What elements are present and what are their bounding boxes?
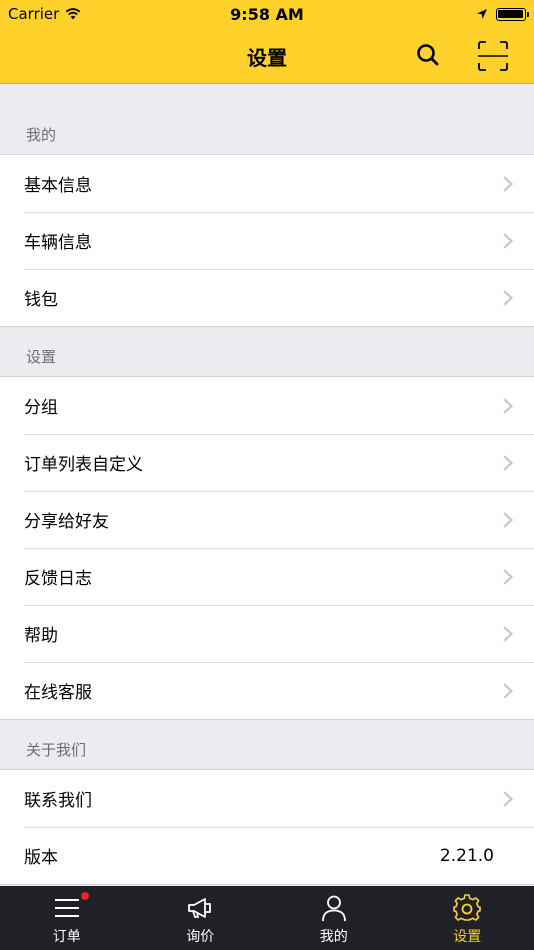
carrier-label: Carrier bbox=[8, 5, 60, 23]
scan-icon[interactable] bbox=[476, 39, 510, 73]
row-basic-info[interactable]: 基本信息 bbox=[0, 155, 534, 212]
chevron-right-icon bbox=[503, 511, 514, 528]
tab-inquiry[interactable]: 询价 bbox=[134, 886, 268, 950]
chevron-right-icon bbox=[503, 232, 514, 249]
search-icon[interactable] bbox=[413, 40, 443, 70]
tab-settings[interactable]: 设置 bbox=[401, 886, 534, 950]
row-version: 版本 2.21.0 bbox=[0, 827, 534, 884]
row-wallet[interactable]: 钱包 bbox=[0, 269, 534, 326]
megaphone-icon bbox=[188, 898, 212, 918]
section-header-mine: 我的 bbox=[0, 84, 534, 154]
tab-label: 询价 bbox=[186, 929, 215, 945]
version-value: 2.21.0 bbox=[439, 845, 494, 866]
notification-badge bbox=[81, 892, 89, 900]
chevron-right-icon bbox=[503, 790, 514, 807]
battery-icon bbox=[495, 7, 529, 21]
row-contact-us[interactable]: 联系我们 bbox=[0, 770, 534, 827]
chevron-right-icon bbox=[503, 682, 514, 699]
clock: 9:58 AM bbox=[230, 4, 304, 24]
row-order-list-custom[interactable]: 订单列表自定义 bbox=[0, 434, 534, 491]
tab-label: 订单 bbox=[52, 929, 81, 945]
status-bar: Carrier 9:58 AM bbox=[0, 0, 534, 28]
row-label: 车辆信息 bbox=[24, 233, 92, 253]
row-label: 钱包 bbox=[24, 290, 58, 310]
person-icon bbox=[321, 895, 346, 922]
location-arrow-icon bbox=[476, 9, 487, 19]
chevron-right-icon bbox=[503, 568, 514, 585]
menu-list-icon bbox=[54, 899, 79, 917]
row-grouping[interactable]: 分组 bbox=[0, 377, 534, 434]
page-title: 设置 bbox=[247, 46, 287, 70]
tab-mine[interactable]: 我的 bbox=[267, 886, 401, 950]
chevron-right-icon bbox=[503, 289, 514, 306]
section-title: 我的 bbox=[26, 126, 57, 144]
chevron-right-icon bbox=[503, 397, 514, 414]
chevron-right-icon bbox=[503, 454, 514, 471]
navigation-bar: 设置 bbox=[0, 28, 534, 84]
group-mine: 基本信息 车辆信息 钱包 bbox=[0, 154, 534, 327]
section-header-about: 关于我们 bbox=[0, 720, 534, 769]
section-header-settings: 设置 bbox=[0, 327, 534, 376]
gear-icon bbox=[453, 894, 482, 921]
row-share-friends[interactable]: 分享给好友 bbox=[0, 491, 534, 548]
tab-orders[interactable]: 订单 bbox=[0, 886, 134, 950]
row-label: 帮助 bbox=[24, 626, 58, 646]
row-label: 在线客服 bbox=[24, 683, 92, 703]
chevron-right-icon bbox=[503, 625, 514, 642]
row-label: 基本信息 bbox=[24, 176, 92, 196]
row-label: 分享给好友 bbox=[24, 512, 109, 532]
row-label: 反馈日志 bbox=[24, 569, 92, 589]
section-title: 设置 bbox=[26, 348, 57, 366]
tab-bar: 订单 询价 我的 设置 bbox=[0, 886, 534, 950]
row-help[interactable]: 帮助 bbox=[0, 605, 534, 662]
row-feedback-log[interactable]: 反馈日志 bbox=[0, 548, 534, 605]
wifi-icon bbox=[66, 8, 81, 20]
settings-list: 我的 基本信息 车辆信息 钱包 设置 分组 订单列表自定义 分享给好友 反馈日志… bbox=[0, 84, 534, 885]
row-vehicle-info[interactable]: 车辆信息 bbox=[0, 212, 534, 269]
row-label: 版本 bbox=[24, 848, 58, 868]
tab-label: 设置 bbox=[453, 929, 482, 945]
chevron-right-icon bbox=[503, 175, 514, 192]
group-about: 联系我们 版本 2.21.0 bbox=[0, 769, 534, 885]
row-label: 分组 bbox=[24, 398, 58, 418]
tab-label: 我的 bbox=[319, 929, 348, 945]
group-settings: 分组 订单列表自定义 分享给好友 反馈日志 帮助 在线客服 bbox=[0, 376, 534, 720]
row-label: 联系我们 bbox=[24, 791, 92, 811]
row-online-service[interactable]: 在线客服 bbox=[0, 662, 534, 719]
section-title: 关于我们 bbox=[26, 741, 87, 759]
row-label: 订单列表自定义 bbox=[24, 455, 143, 475]
